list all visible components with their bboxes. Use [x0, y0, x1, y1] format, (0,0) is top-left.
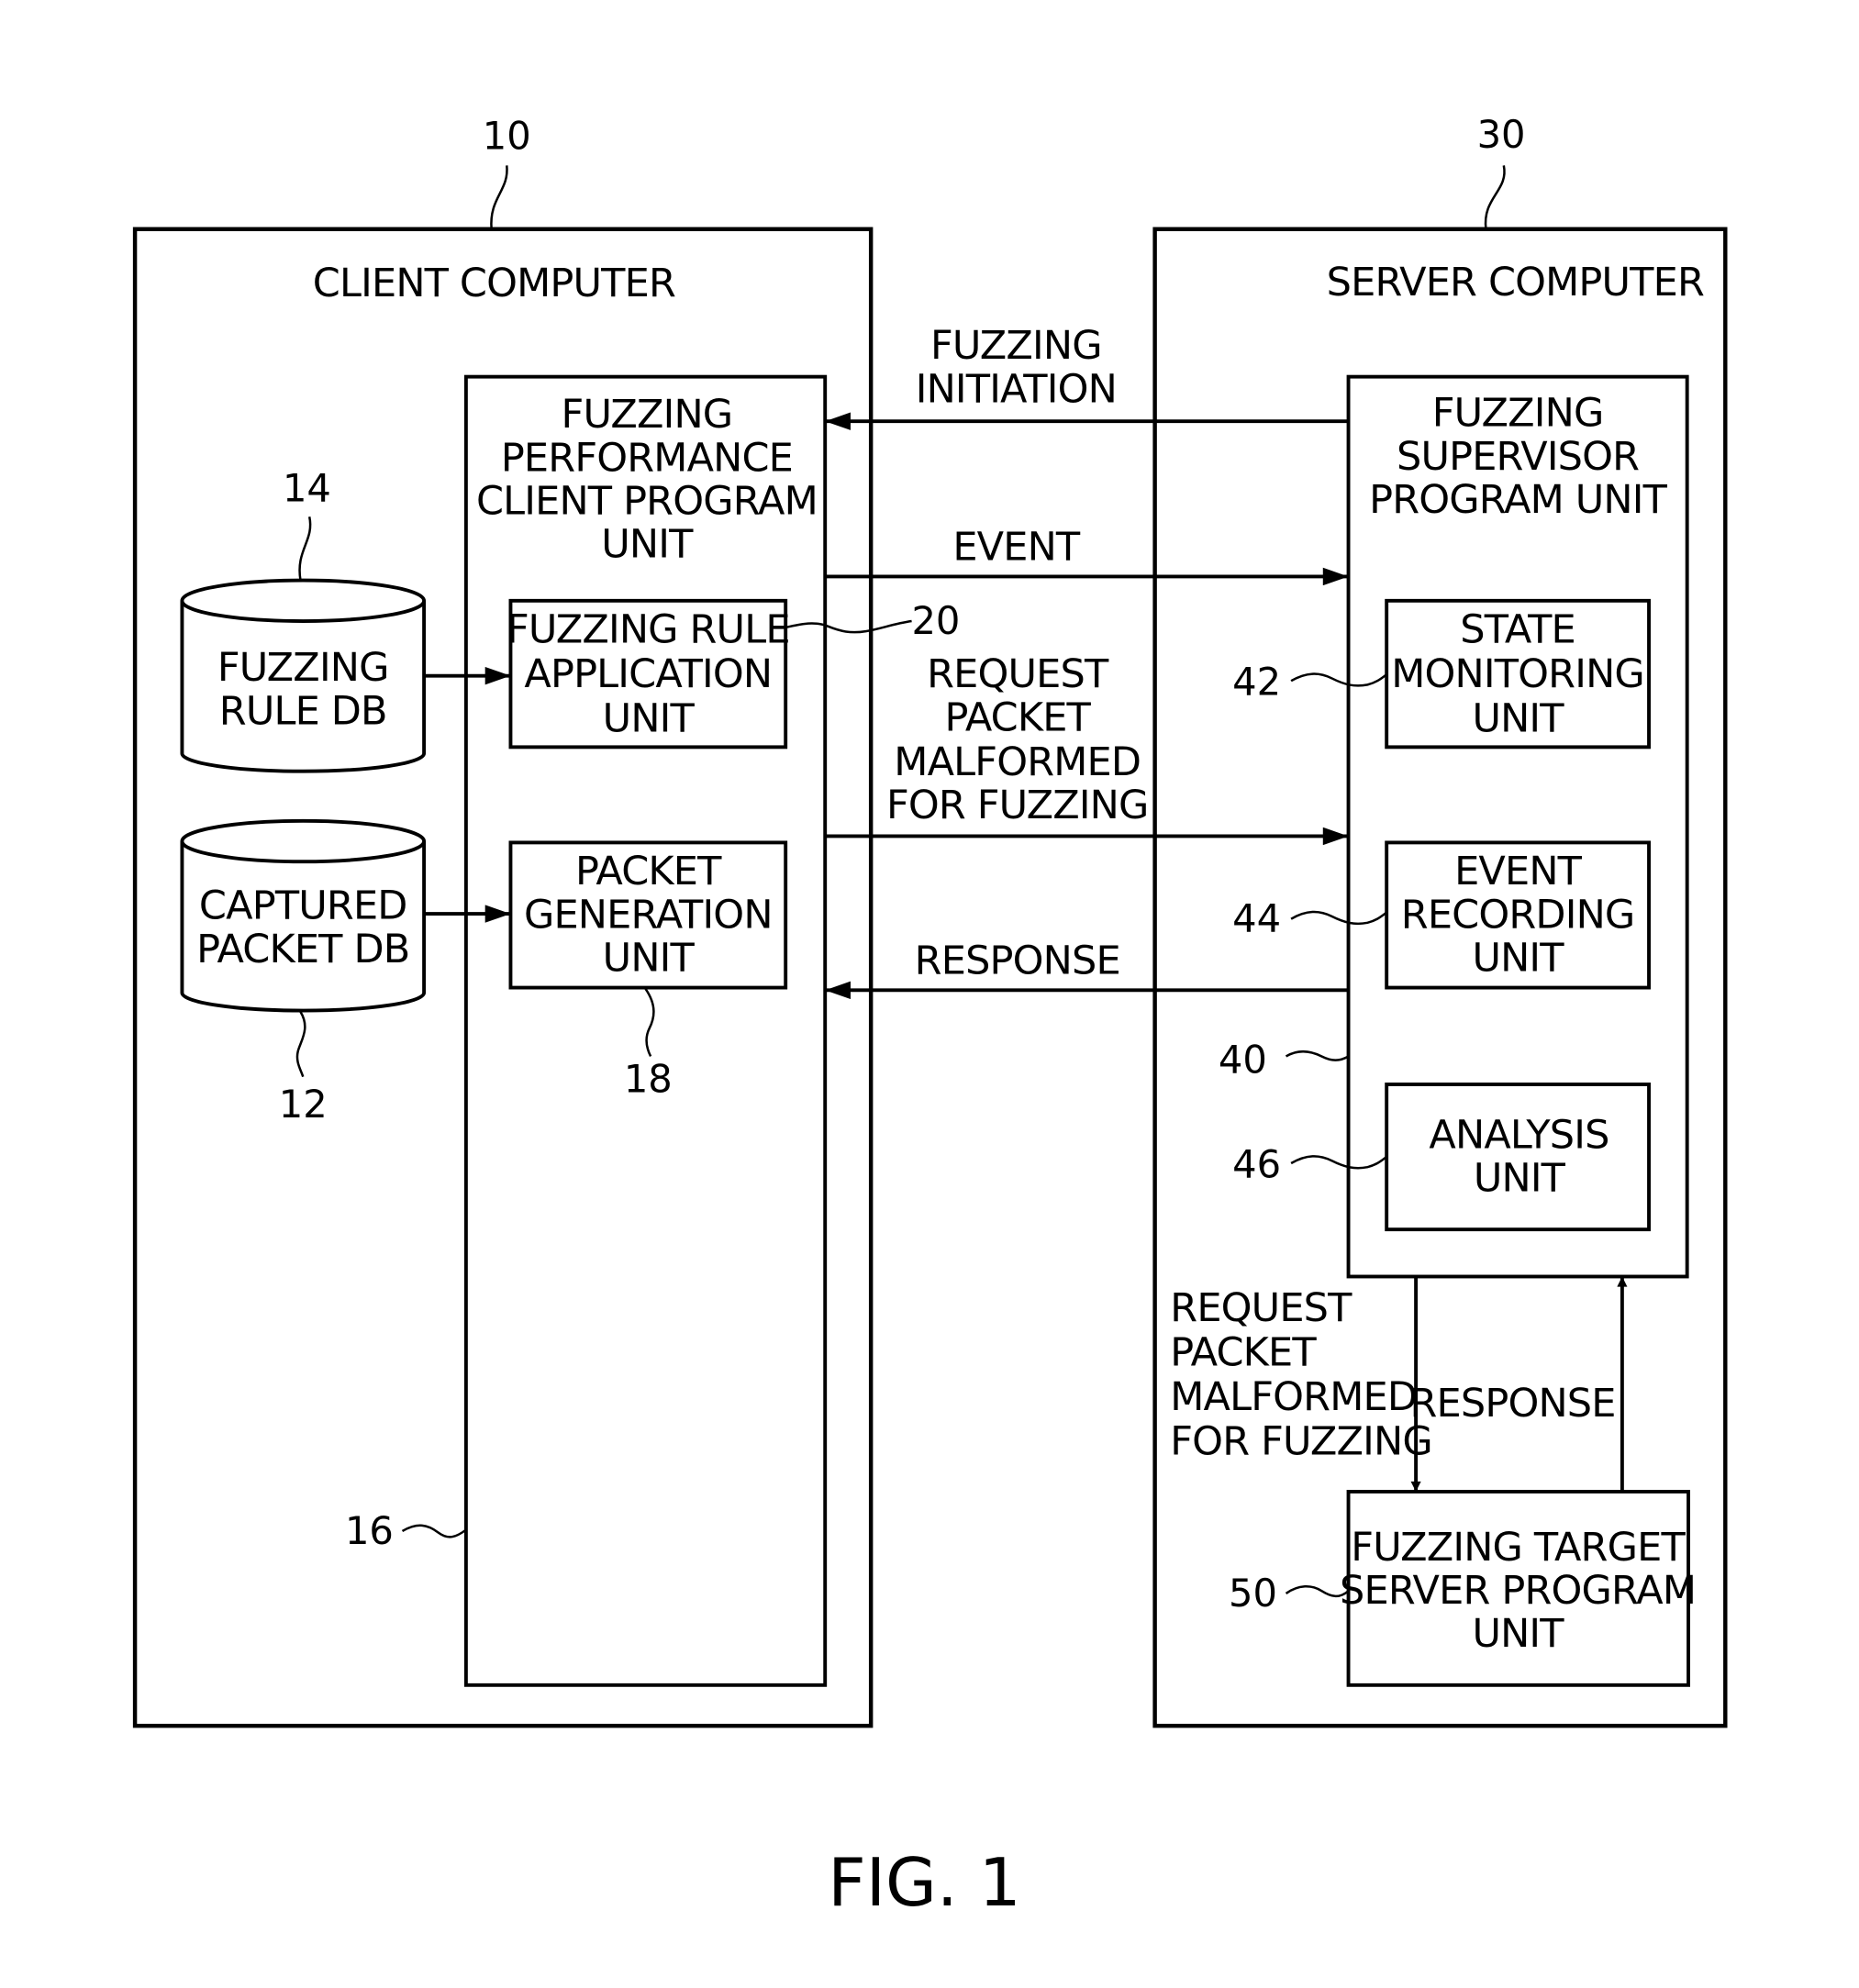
- svg-text:EVENT: EVENT: [1454, 849, 1583, 894]
- svg-text:FUZZING: FUZZING: [217, 645, 389, 691]
- svg-text:RULE DB: RULE DB: [219, 688, 387, 734]
- ref-label-10: 10: [483, 113, 531, 158]
- svg-text:FOR FUZZING: FOR FUZZING: [886, 783, 1149, 828]
- svg-text:FUZZING: FUZZING: [562, 392, 733, 438]
- svg-text:PERFORMANCE: PERFORMANCE: [501, 435, 793, 481]
- ref-label-20: 20: [911, 598, 960, 643]
- svg-text:STATE: STATE: [1460, 607, 1575, 653]
- server-computer-title: SERVER COMPUTER: [1327, 260, 1704, 305]
- svg-text:UNIT: UNIT: [1474, 1156, 1566, 1202]
- ref-label-40: 40: [1219, 1038, 1267, 1083]
- fuzzing-rule-db-label: FUZZING RULE DB: [217, 645, 390, 734]
- svg-text:REQUEST: REQUEST: [1170, 1285, 1353, 1331]
- ref-label-16: 16: [345, 1508, 394, 1553]
- captured-packet-db-label: CAPTURED PACKET DB: [196, 883, 410, 972]
- client-program-unit-box: [463, 374, 828, 1687]
- server-computer: SERVER COMPUTER 30 FUZZING SUPERVISOR PR…: [1152, 112, 1728, 1728]
- svg-text:CAPTURED: CAPTURED: [199, 883, 407, 929]
- request-packet-label: REQUEST PACKET MALFORMED FOR FUZZING: [886, 651, 1149, 828]
- svg-text:FUZZING: FUZZING: [1432, 391, 1604, 437]
- fuzzing-initiation-label: FUZZING INITIATION: [916, 323, 1118, 412]
- svg-text:RECORDING: RECORDING: [1401, 892, 1635, 938]
- fuzzing-system-diagram: CLIENT COMPUTER 10 FUZZING PERFORMANCE C…: [132, 112, 1728, 1922]
- svg-text:ANALYSIS: ANALYSIS: [1429, 1112, 1609, 1158]
- svg-text:MALFORMED: MALFORMED: [1170, 1374, 1417, 1420]
- event-label: EVENT: [952, 524, 1081, 570]
- leader-30: [1484, 165, 1506, 229]
- svg-text:SUPERVISOR: SUPERVISOR: [1397, 434, 1639, 480]
- svg-text:UNIT: UNIT: [1472, 696, 1564, 742]
- svg-text:MONITORING: MONITORING: [1391, 651, 1644, 697]
- client-computer-title: CLIENT COMPUTER: [313, 261, 675, 306]
- client-computer: CLIENT COMPUTER 10 FUZZING PERFORMANCE C…: [132, 113, 960, 1728]
- ref-label-14: 14: [283, 466, 331, 511]
- svg-text:GENERATION: GENERATION: [524, 892, 773, 938]
- svg-text:PACKET DB: PACKET DB: [196, 927, 409, 972]
- svg-text:UNIT: UNIT: [1472, 1611, 1564, 1657]
- svg-text:PACKET: PACKET: [944, 694, 1091, 740]
- svg-text:INITIATION: INITIATION: [916, 366, 1117, 412]
- svg-text:UNIT: UNIT: [601, 522, 694, 568]
- svg-text:FUZZING RULE: FUZZING RULE: [506, 607, 790, 653]
- leader-10: [490, 165, 508, 229]
- svg-text:PACKET: PACKET: [1170, 1330, 1317, 1376]
- ref-label-12: 12: [279, 1082, 328, 1127]
- svg-text:UNIT: UNIT: [1472, 936, 1564, 982]
- svg-text:REQUEST: REQUEST: [927, 651, 1109, 697]
- ref-label-18: 18: [624, 1056, 673, 1101]
- svg-text:APPLICATION: APPLICATION: [524, 651, 772, 697]
- svg-text:PROGRAM UNIT: PROGRAM UNIT: [1369, 477, 1667, 523]
- ref-label-50: 50: [1229, 1571, 1277, 1616]
- response-label: RESPONSE: [915, 938, 1120, 983]
- svg-text:UNIT: UNIT: [603, 696, 696, 742]
- svg-text:FOR FUZZING: FOR FUZZING: [1170, 1419, 1432, 1465]
- target-response-label: RESPONSE: [1409, 1381, 1615, 1427]
- svg-text:MALFORMED: MALFORMED: [894, 739, 1141, 785]
- svg-text:CLIENT PROGRAM: CLIENT PROGRAM: [476, 478, 818, 524]
- ref-label-42: 42: [1232, 659, 1281, 704]
- svg-text:FUZZING: FUZZING: [930, 323, 1102, 369]
- svg-text:UNIT: UNIT: [603, 936, 696, 982]
- svg-text:PACKET: PACKET: [575, 849, 722, 894]
- ref-label-46: 46: [1232, 1141, 1281, 1186]
- svg-text:FUZZING TARGET: FUZZING TARGET: [1351, 1525, 1686, 1571]
- svg-text:SERVER PROGRAM: SERVER PROGRAM: [1340, 1568, 1696, 1614]
- ref-label-44: 44: [1232, 896, 1281, 941]
- figure-caption: FIG. 1: [828, 1845, 1020, 1922]
- ref-label-30: 30: [1477, 112, 1526, 157]
